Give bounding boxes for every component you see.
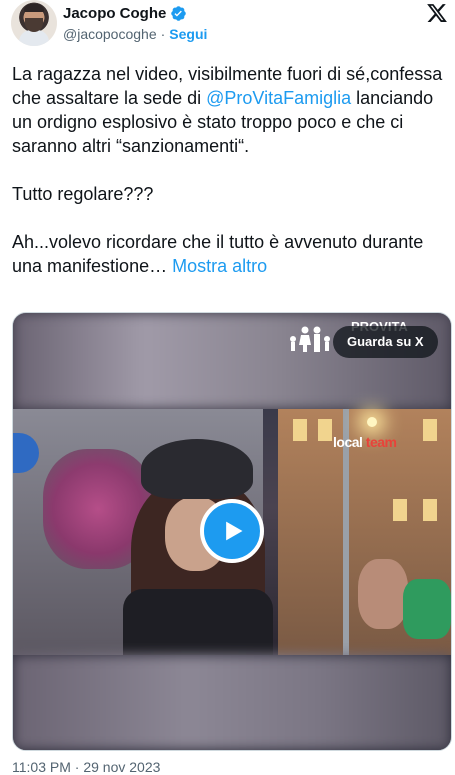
x-logo-icon[interactable] (425, 2, 449, 24)
separator-dot: · (160, 26, 166, 42)
watch-on-x-button[interactable]: Guarda su X (333, 326, 438, 358)
author-name-row: Jacopo Coghe (63, 5, 187, 22)
tweet-paragraph-3: Ah...volevo ricordare che il tutto è avv… (12, 230, 444, 278)
author-handle[interactable]: @jacopocoghe (63, 26, 157, 42)
watermark-main: local (333, 434, 363, 450)
video-blur-bottom (13, 655, 451, 750)
tweet-paragraph-2: Tutto regolare??? (12, 184, 154, 204)
video-player[interactable]: local team PROVITA Guarda su X (12, 312, 452, 751)
family-logo-icon (290, 326, 330, 352)
verified-badge-icon (171, 6, 187, 21)
play-button[interactable] (200, 499, 264, 563)
tweet-timestamp[interactable]: 11:03 PM · 29 nov 2023 (12, 759, 160, 775)
play-icon (226, 521, 243, 541)
show-more-link[interactable]: Mostra altro (172, 256, 267, 276)
watermark-accent: team (365, 434, 397, 450)
tweet-text: La ragazza nel video, visibilmente fuori… (12, 62, 444, 278)
author-avatar[interactable] (11, 0, 57, 46)
tweet-header: Jacopo Coghe @jacopocoghe · Segui (0, 0, 455, 52)
follow-button[interactable]: Segui (169, 26, 207, 42)
mention-link[interactable]: @ProVitaFamiglia (206, 88, 351, 108)
handle-row: @jacopocoghe · Segui (63, 26, 207, 42)
author-name[interactable]: Jacopo Coghe (63, 5, 166, 22)
tweet-paragraph-1: La ragazza nel video, visibilmente fuori… (12, 62, 444, 158)
local-team-watermark: local team (333, 434, 397, 450)
